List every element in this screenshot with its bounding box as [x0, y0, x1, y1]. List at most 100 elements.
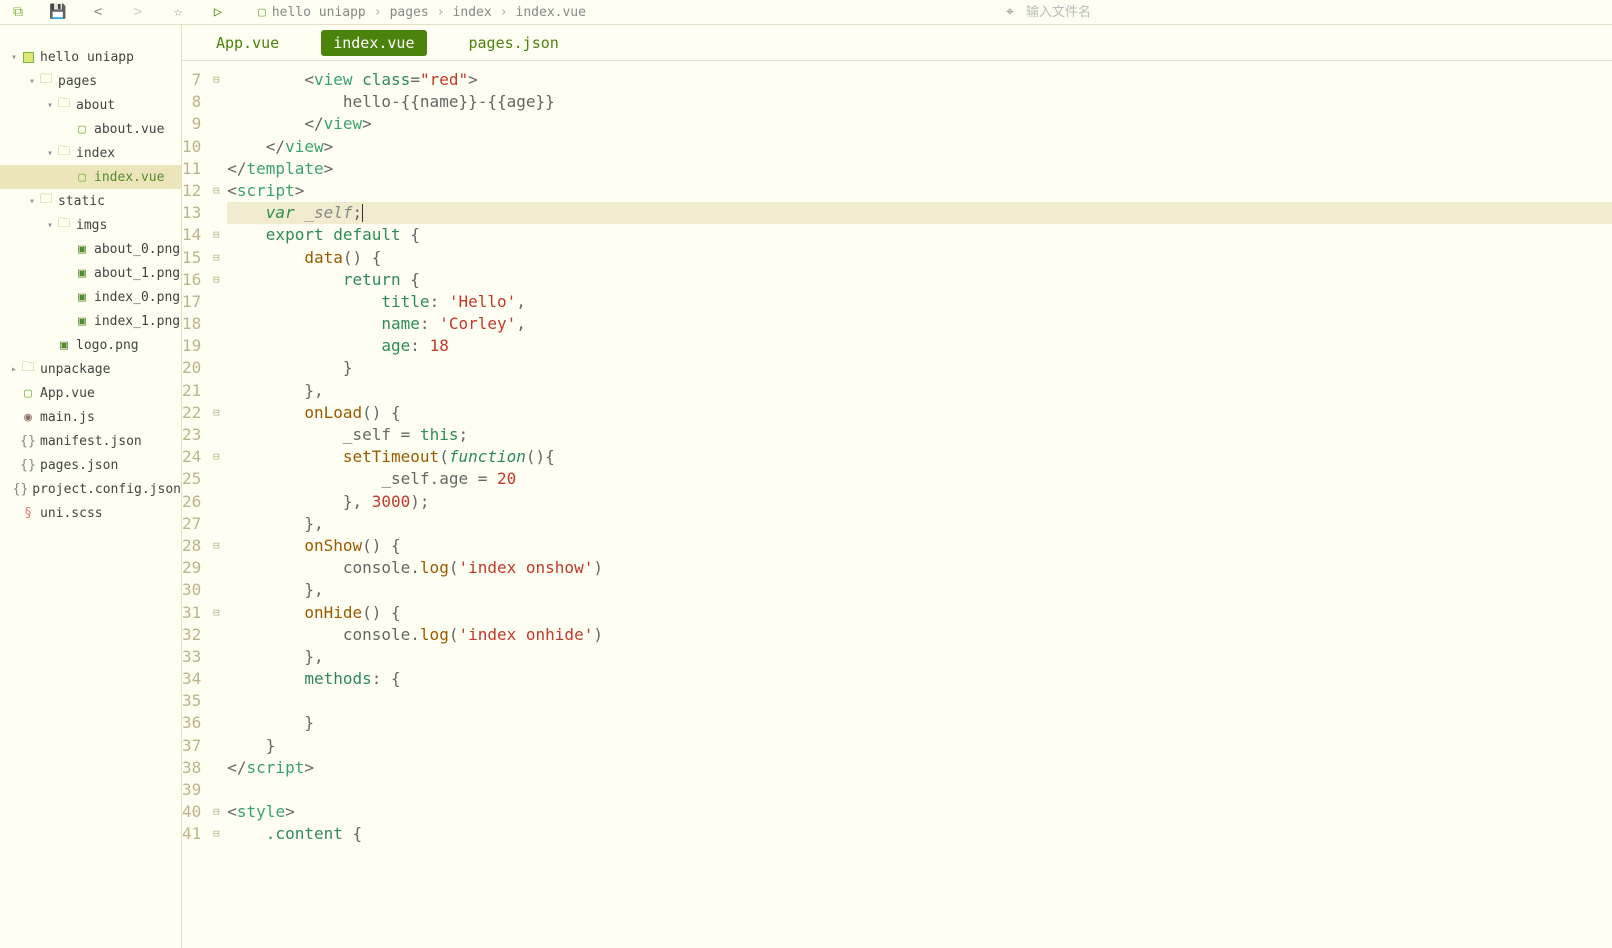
code-line-15[interactable]: data() {	[227, 247, 1612, 269]
locate-icon[interactable]: ⌖	[1002, 4, 1018, 20]
tree-label: logo.png	[76, 338, 139, 353]
code-line-32[interactable]: console.log('index onhide')	[227, 624, 1612, 646]
tree-label: main.js	[40, 410, 95, 425]
editor-tabs: App.vue index.vue pages.json	[182, 25, 1612, 61]
tree-item-index-vue[interactable]: ▢index.vue	[0, 165, 181, 189]
code-line-35[interactable]	[227, 690, 1612, 712]
code-content[interactable]: <view class="red"> hello-{{name}}-{{age}…	[223, 61, 1612, 948]
chevron-right-icon: ›	[374, 5, 382, 20]
code-line-23[interactable]: _self = this;	[227, 424, 1612, 446]
code-line-10[interactable]: </view>	[227, 136, 1612, 158]
tree-item-index[interactable]: ▾🗀index	[0, 141, 181, 165]
code-line-9[interactable]: </view>	[227, 113, 1612, 135]
code-line-37[interactable]: }	[227, 735, 1612, 757]
forward-icon[interactable]: >	[130, 4, 146, 20]
twist-icon[interactable]: ▾	[44, 100, 56, 111]
tree-item-index_1-png[interactable]: ▣index_1.png	[0, 309, 181, 333]
file-search-input[interactable]	[1026, 5, 1526, 20]
tree-item-about-vue[interactable]: ▢about.vue	[0, 117, 181, 141]
code-line-12[interactable]: <script>	[227, 180, 1612, 202]
code-line-27[interactable]: },	[227, 513, 1612, 535]
tree-label: about	[76, 98, 115, 113]
tree-label: about.vue	[94, 122, 164, 137]
twist-icon[interactable]: ▾	[8, 52, 20, 63]
twist-icon[interactable]: ▸	[8, 364, 20, 375]
code-line-13[interactable]: var _self;	[227, 202, 1612, 224]
tree-item-unpackage[interactable]: ▸🗀unpackage	[0, 357, 181, 381]
tree-label: App.vue	[40, 386, 95, 401]
new-file-icon[interactable]: ⧉	[10, 4, 26, 20]
star-icon[interactable]: ☆	[170, 4, 186, 20]
code-line-24[interactable]: setTimeout(function(){	[227, 446, 1612, 468]
line-gutter: 7891011121314151617181920212223242526272…	[182, 61, 209, 948]
twist-icon[interactable]: ▾	[44, 220, 56, 231]
tree-item-pages[interactable]: ▾🗀pages	[0, 69, 181, 93]
tree-item-about[interactable]: ▾🗀about	[0, 93, 181, 117]
code-line-20[interactable]: }	[227, 357, 1612, 379]
tree-item-manifest-json[interactable]: {}manifest.json	[0, 429, 181, 453]
tree-label: about_1.png	[94, 266, 180, 281]
tree-label: pages.json	[40, 458, 118, 473]
tab-index-vue[interactable]: index.vue	[321, 30, 426, 56]
code-line-19[interactable]: age: 18	[227, 335, 1612, 357]
code-line-14[interactable]: export default {	[227, 224, 1612, 246]
fold-column[interactable]: ⊟⊟⊟⊟⊟⊟⊟⊟⊟⊟⊟	[209, 61, 223, 948]
tree-item-pages-json[interactable]: {}pages.json	[0, 453, 181, 477]
breadcrumb-item[interactable]: pages	[390, 5, 429, 20]
code-line-18[interactable]: name: 'Corley',	[227, 313, 1612, 335]
code-line-17[interactable]: title: 'Hello',	[227, 291, 1612, 313]
code-line-38[interactable]: </script>	[227, 757, 1612, 779]
top-toolbar: ⧉ 💾 < > ☆ ▷ ▢ hello uniapp › pages › ind…	[0, 0, 1612, 24]
code-editor[interactable]: 7891011121314151617181920212223242526272…	[182, 61, 1612, 948]
tab-pages-json[interactable]: pages.json	[457, 30, 571, 56]
back-icon[interactable]: <	[90, 4, 106, 20]
tree-item-static[interactable]: ▾🗀static	[0, 189, 181, 213]
breadcrumb-item[interactable]: index	[453, 5, 492, 20]
code-line-8[interactable]: hello-{{name}}-{{age}}	[227, 91, 1612, 113]
tree-item-about_1-png[interactable]: ▣about_1.png	[0, 261, 181, 285]
code-line-31[interactable]: onHide() {	[227, 602, 1612, 624]
file-icon: ▢	[258, 5, 266, 20]
tree-item-App-vue[interactable]: ▢App.vue	[0, 381, 181, 405]
tree-item-about_0-png[interactable]: ▣about_0.png	[0, 237, 181, 261]
tab-App-vue[interactable]: App.vue	[204, 30, 291, 56]
tree-item-project-config-json[interactable]: {}project.config.json	[0, 477, 181, 501]
tree-item-index_0-png[interactable]: ▣index_0.png	[0, 285, 181, 309]
breadcrumb-item[interactable]: index.vue	[516, 5, 586, 20]
twist-icon[interactable]: ▾	[26, 76, 38, 87]
file-tree[interactable]: ▾hello uniapp▾🗀pages▾🗀about▢about.vue▾🗀i…	[0, 25, 182, 948]
code-line-16[interactable]: return {	[227, 269, 1612, 291]
code-line-36[interactable]: }	[227, 712, 1612, 734]
code-line-21[interactable]: },	[227, 380, 1612, 402]
code-line-34[interactable]: methods: {	[227, 668, 1612, 690]
tree-item-main-js[interactable]: ◉main.js	[0, 405, 181, 429]
code-line-11[interactable]: </template>	[227, 158, 1612, 180]
tree-label: index_1.png	[94, 314, 180, 329]
run-icon[interactable]: ▷	[210, 4, 226, 20]
code-line-26[interactable]: }, 3000);	[227, 491, 1612, 513]
tree-item-imgs[interactable]: ▾🗀imgs	[0, 213, 181, 237]
code-line-7[interactable]: <view class="red">	[227, 69, 1612, 91]
code-line-28[interactable]: onShow() {	[227, 535, 1612, 557]
tree-item-uni-scss[interactable]: §uni.scss	[0, 501, 181, 525]
tree-item-logo-png[interactable]: ▣logo.png	[0, 333, 181, 357]
tree-label: project.config.json	[32, 482, 181, 497]
tree-label: manifest.json	[40, 434, 142, 449]
code-line-25[interactable]: _self.age = 20	[227, 468, 1612, 490]
code-line-39[interactable]	[227, 779, 1612, 801]
twist-icon[interactable]: ▾	[44, 148, 56, 159]
tree-label: unpackage	[40, 362, 110, 377]
tree-item-hello-uniapp[interactable]: ▾hello uniapp	[0, 45, 181, 69]
code-line-40[interactable]: <style>	[227, 801, 1612, 823]
code-line-29[interactable]: console.log('index onshow')	[227, 557, 1612, 579]
save-icon[interactable]: 💾	[50, 4, 66, 20]
tree-label: imgs	[76, 218, 107, 233]
code-line-41[interactable]: .content {	[227, 823, 1612, 845]
breadcrumb-item[interactable]: hello uniapp	[272, 5, 366, 20]
chevron-right-icon: ›	[437, 5, 445, 20]
code-line-33[interactable]: },	[227, 646, 1612, 668]
tree-label: about_0.png	[94, 242, 180, 257]
code-line-22[interactable]: onLoad() {	[227, 402, 1612, 424]
twist-icon[interactable]: ▾	[26, 196, 38, 207]
code-line-30[interactable]: },	[227, 579, 1612, 601]
